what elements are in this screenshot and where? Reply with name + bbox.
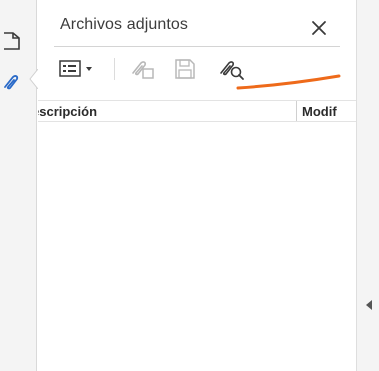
column-header-description[interactable]: escripción [38,104,97,119]
paperclip-icon [4,75,19,90]
attachments-window: Archivos adjuntos escripción Modif [0,0,379,371]
annotation-underline [236,74,341,90]
page-thumbnails-button[interactable] [0,26,30,56]
left-nav-strip [0,0,38,371]
triangle-left-icon [366,300,372,310]
active-tab-notch [29,69,38,89]
attachments-list[interactable] [38,122,356,371]
view-options-icon [59,60,92,77]
right-panel-strip [356,0,379,371]
panel-header: Archivos adjuntos [38,0,356,46]
add-attachment-button[interactable] [130,56,156,82]
attachments-panel: Archivos adjuntos escripción Modif [38,0,356,371]
header-divider [54,46,340,47]
chevron-down-icon [86,67,92,71]
close-icon [312,21,326,35]
close-button[interactable] [308,17,330,39]
page-thumbnails-icon [4,32,20,50]
save-icon [175,59,195,79]
view-options-button[interactable] [58,56,98,82]
toolbar-separator [114,58,115,80]
add-attachment-icon [132,61,154,79]
attachments-nav-button[interactable] [0,68,30,98]
column-divider[interactable] [296,101,297,121]
column-header-row: escripción Modif [38,100,356,122]
expand-panel-button[interactable] [364,298,374,312]
column-header-modified[interactable]: Modif [302,104,337,119]
panel-title: Archivos adjuntos [60,16,188,33]
save-attachment-button[interactable] [172,56,198,82]
